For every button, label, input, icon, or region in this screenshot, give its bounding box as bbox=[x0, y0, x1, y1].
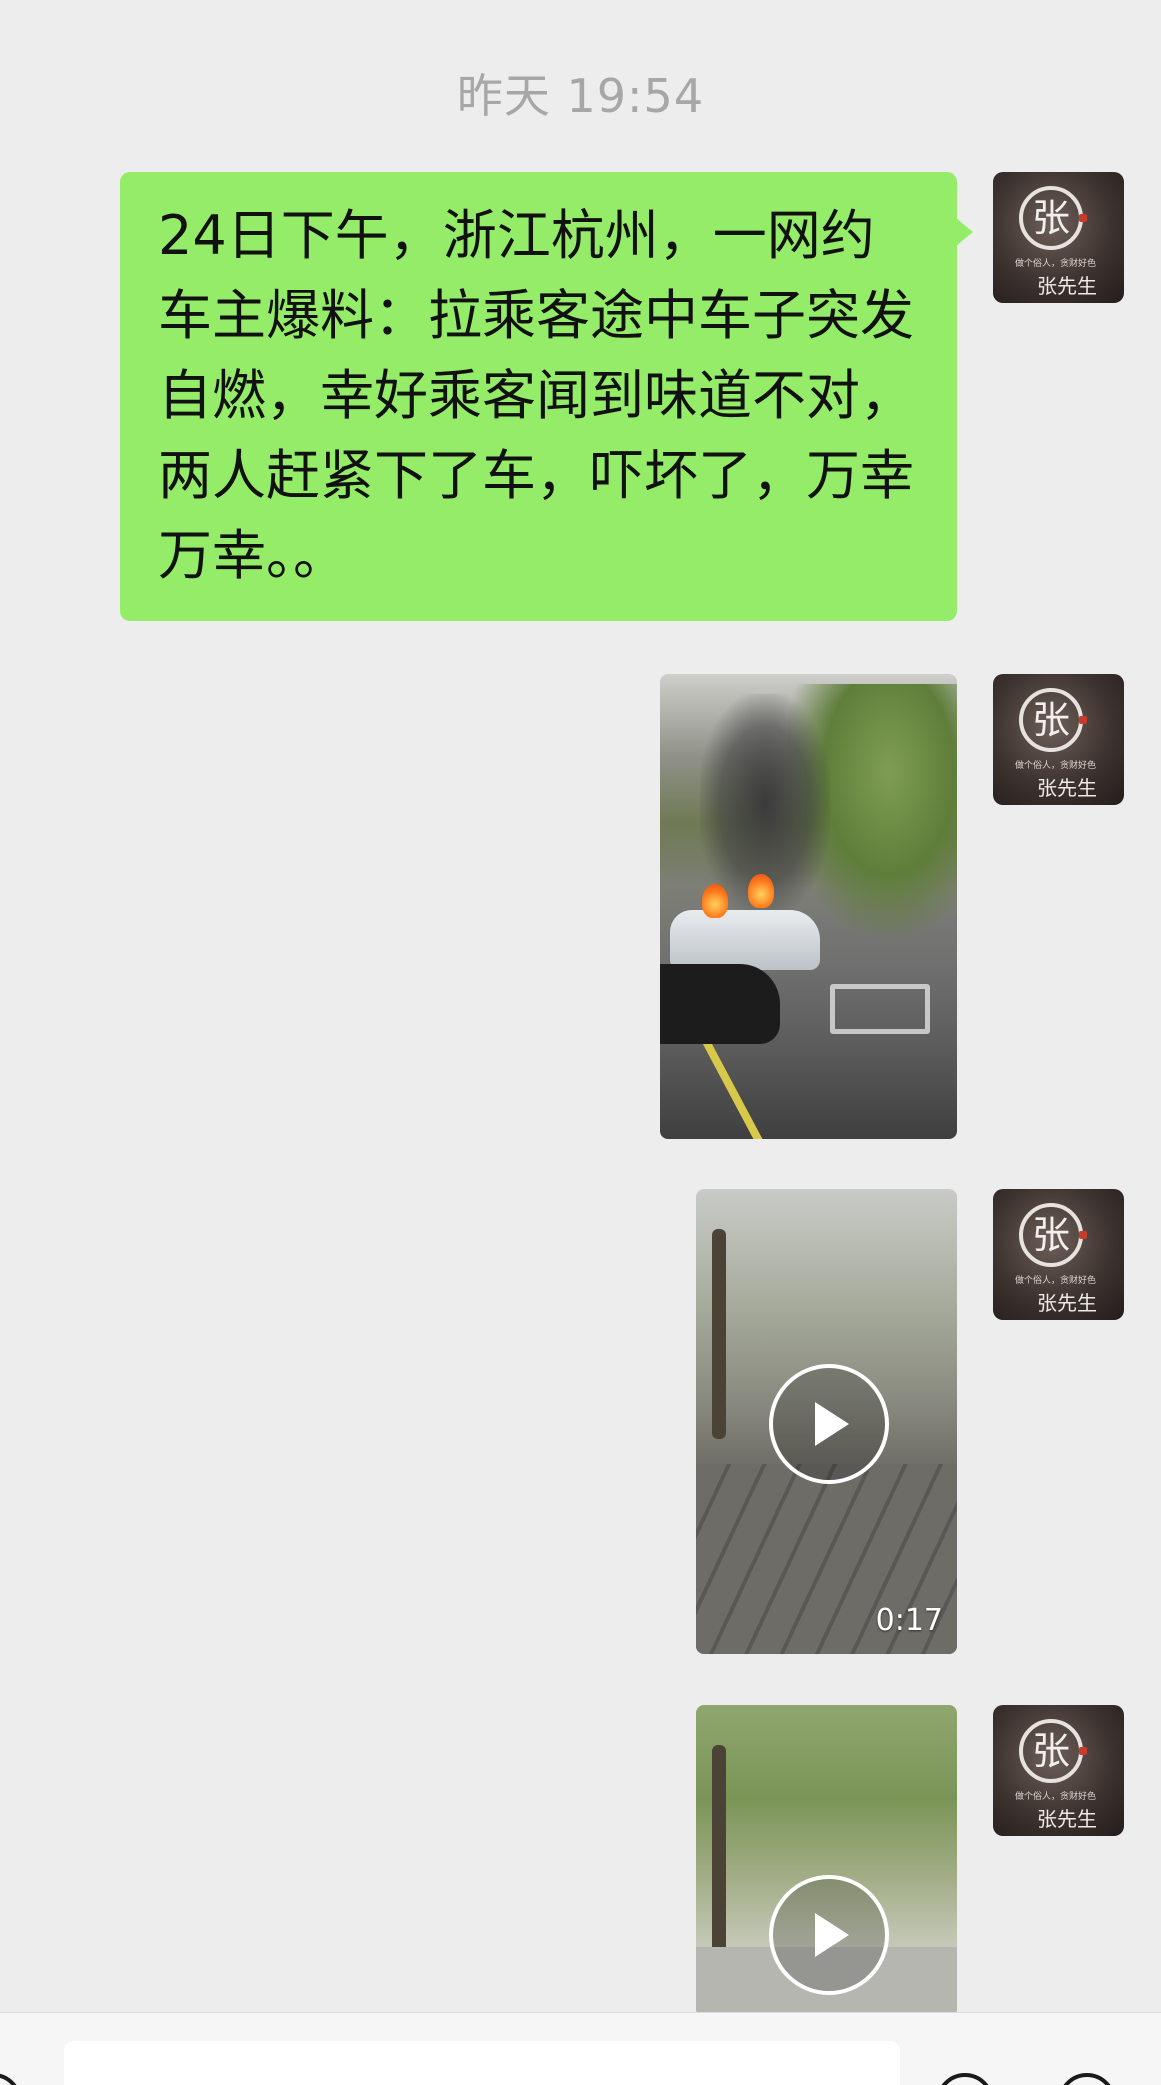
image-flame bbox=[748, 874, 774, 908]
message-video[interactable]: 0:17 bbox=[696, 1189, 957, 1654]
input-bar bbox=[0, 2012, 1161, 2085]
avatar-name: 张先生 bbox=[1037, 776, 1097, 800]
play-icon[interactable] bbox=[768, 1363, 889, 1484]
sender-avatar[interactable]: 张 做个俗人，贪财好色 张先生 bbox=[993, 674, 1124, 805]
avatar-slogan: 做个俗人，贪财好色 bbox=[1015, 259, 1097, 269]
video-duration: 0:17 bbox=[875, 1603, 943, 1638]
message-video[interactable] bbox=[696, 1705, 957, 2012]
avatar-slogan: 做个俗人，贪财好色 bbox=[1015, 1792, 1097, 1802]
image-road-marking bbox=[830, 984, 930, 1034]
video-tree-trunk bbox=[712, 1229, 726, 1439]
more-icon[interactable] bbox=[1058, 2073, 1116, 2085]
image-car bbox=[670, 910, 820, 970]
image-flame bbox=[702, 884, 728, 918]
message-input[interactable] bbox=[64, 2041, 900, 2085]
avatar-slogan: 做个俗人，贪财好色 bbox=[1015, 1276, 1097, 1286]
chat-area[interactable]: 昨天 19:54 张 做个俗人，贪财好色 张先生 24日下午，浙江杭州，一网约车… bbox=[0, 0, 1161, 2012]
avatar-seal bbox=[1079, 214, 1087, 222]
avatar-glyph: 张 bbox=[1019, 186, 1083, 250]
avatar-glyph: 张 bbox=[1019, 688, 1083, 752]
avatar-name: 张先生 bbox=[1037, 1291, 1097, 1315]
message-timestamp: 昨天 19:54 bbox=[456, 69, 705, 123]
image-side-mirror bbox=[660, 964, 780, 1044]
avatar-seal bbox=[1079, 1747, 1087, 1755]
avatar-glyph: 张 bbox=[1019, 1719, 1083, 1783]
avatar-seal bbox=[1079, 1231, 1087, 1239]
sender-avatar[interactable]: 张 做个俗人，贪财好色 张先生 bbox=[993, 1189, 1124, 1320]
message-bubble-text[interactable]: 24日下午，浙江杭州，一网约车主爆料：拉乘客途中车子突发自燃，幸好乘客闻到味道不… bbox=[120, 172, 973, 621]
emoji-icon[interactable] bbox=[936, 2073, 994, 2085]
message-image[interactable] bbox=[660, 674, 957, 1139]
avatar-seal bbox=[1079, 716, 1087, 724]
avatar-slogan: 做个俗人，贪财好色 bbox=[1015, 761, 1097, 771]
voice-icon[interactable] bbox=[0, 2073, 22, 2085]
avatar-name: 张先生 bbox=[1037, 1807, 1097, 1831]
play-icon[interactable] bbox=[768, 1875, 889, 1995]
avatar-name: 张先生 bbox=[1037, 274, 1097, 298]
video-tree-trunk bbox=[712, 1745, 726, 1955]
avatar-glyph: 张 bbox=[1019, 1203, 1083, 1267]
image-lane-line bbox=[702, 1039, 766, 1139]
sender-avatar[interactable]: 张 做个俗人，贪财好色 张先生 bbox=[993, 1705, 1124, 1836]
sender-avatar[interactable]: 张 做个俗人，贪财好色 张先生 bbox=[993, 172, 1124, 303]
